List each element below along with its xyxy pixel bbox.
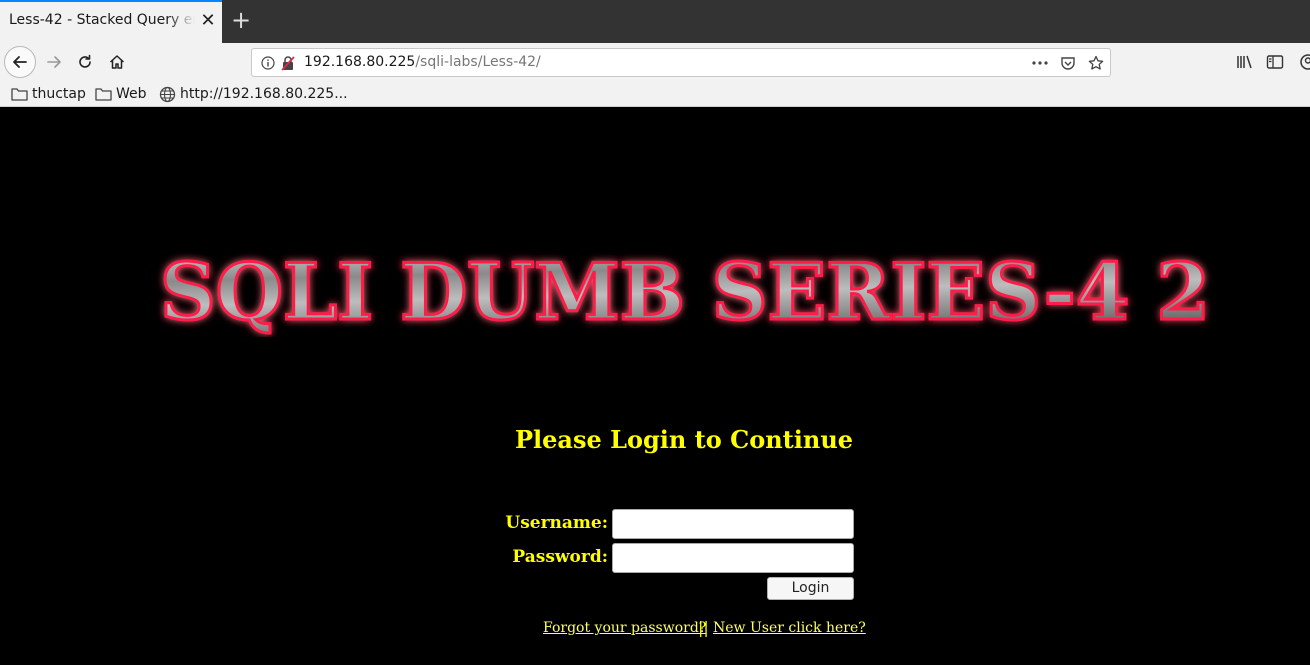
back-button[interactable] xyxy=(4,46,36,78)
library-button[interactable] xyxy=(1231,48,1259,76)
page-actions-icon[interactable] xyxy=(1032,55,1048,71)
folder-icon xyxy=(95,88,112,101)
password-label: Password: xyxy=(512,547,608,567)
bookmark-label: http://192.168.80.225... xyxy=(180,86,348,102)
login-button[interactable]: Login xyxy=(767,577,854,600)
sidebar-icon xyxy=(1266,55,1284,69)
forward-button[interactable] xyxy=(40,48,68,76)
arrow-right-icon xyxy=(47,56,61,68)
new-user-link[interactable]: New User click here? xyxy=(713,620,866,636)
bookmark-thuctap[interactable]: thuctap xyxy=(11,85,86,103)
bookmark-star-icon[interactable] xyxy=(1088,55,1104,71)
navigation-bar: 192.168.80.225/sqli-labs/Less-42/ xyxy=(0,43,1310,81)
account-button[interactable] xyxy=(1294,48,1310,76)
new-tab-icon[interactable]: + xyxy=(229,8,253,33)
library-icon xyxy=(1237,55,1252,69)
account-icon xyxy=(1300,54,1310,70)
sqli-dumb-series-banner: SQLI DUMB SERIES-4 2 xyxy=(159,247,1212,337)
page-content: SQLI DUMB SERIES-4 2 Please Login to Con… xyxy=(0,107,1310,665)
banner-text: SQLI DUMB SERIES-4 2 xyxy=(160,247,1210,337)
url-path: /sqli-labs/Less-42/ xyxy=(415,54,541,70)
url-host: 192.168.80.225 xyxy=(304,54,416,70)
reload-button[interactable] xyxy=(71,48,99,76)
forgot-password-link[interactable]: Forgot your password? xyxy=(543,620,706,636)
globe-icon xyxy=(159,86,176,102)
url-text[interactable]: 192.168.80.225/sqli-labs/Less-42/ xyxy=(304,54,541,70)
tab-bar: Less-42 - Stacked Query error ✕ + xyxy=(0,0,1310,43)
bookmark-label: thuctap xyxy=(32,86,86,102)
pocket-icon[interactable] xyxy=(1060,55,1076,71)
bookmark-web[interactable]: Web xyxy=(95,85,147,103)
reload-icon xyxy=(79,54,91,68)
password-input[interactable] xyxy=(612,543,854,573)
info-icon[interactable] xyxy=(260,55,276,71)
home-icon xyxy=(109,55,125,69)
sidebar-button[interactable] xyxy=(1261,48,1289,76)
folder-icon xyxy=(11,88,28,101)
bookmark-label: Web xyxy=(116,86,147,102)
url-bar[interactable]: 192.168.80.225/sqli-labs/Less-42/ xyxy=(251,48,1111,77)
username-input[interactable] xyxy=(612,509,854,539)
insecure-lock-icon[interactable] xyxy=(280,55,296,71)
tab-active[interactable]: Less-42 - Stacked Query error ✕ xyxy=(0,0,222,43)
username-label: Username: xyxy=(505,513,608,533)
home-button[interactable] xyxy=(103,48,131,76)
bookmark-url[interactable]: http://192.168.80.225... xyxy=(159,85,348,103)
tab-close-icon[interactable]: ✕ xyxy=(198,11,218,31)
tab-title: Less-42 - Stacked Query error xyxy=(9,12,195,28)
arrow-left-icon xyxy=(13,56,27,68)
link-separator: || xyxy=(698,618,709,637)
bookmarks-toolbar: thuctap Web http://192.168.80.225... xyxy=(0,81,1310,107)
login-heading: Please Login to Continue xyxy=(514,425,854,454)
